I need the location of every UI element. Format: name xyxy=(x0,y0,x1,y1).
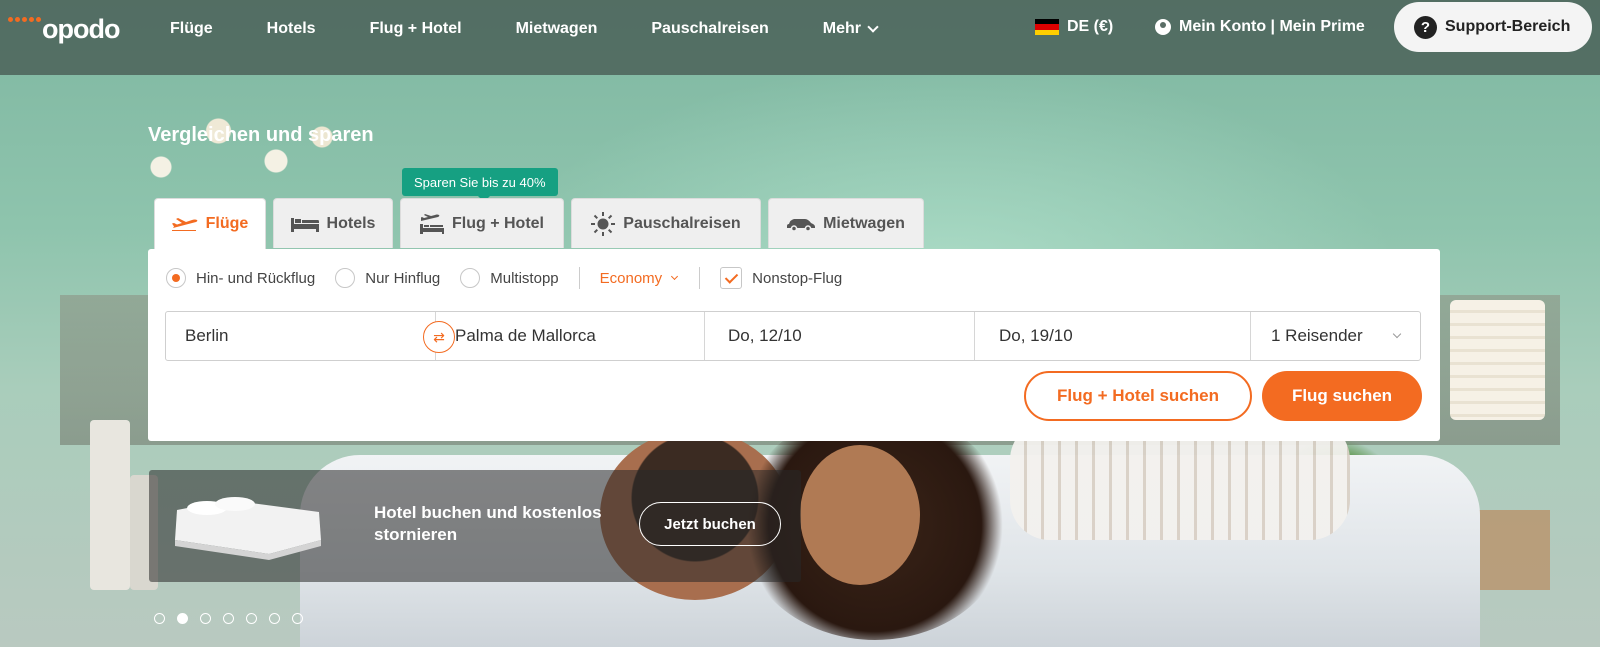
flight-hotel-icon xyxy=(420,213,444,234)
banner-text: Hotel buchen und kostenlos stornieren xyxy=(374,503,602,544)
question-icon: ? xyxy=(1414,15,1437,39)
tab-fluege[interactable]: Flüge xyxy=(154,198,266,249)
logo-dots-icon xyxy=(8,17,41,22)
carousel-dot[interactable] xyxy=(246,613,257,624)
swap-icon[interactable]: ⇄ xyxy=(423,321,455,353)
hotel-promo-banner: Hotel buchen und kostenlos stornieren Je… xyxy=(149,470,801,582)
vase xyxy=(90,420,130,590)
user-icon xyxy=(1155,19,1171,35)
radio-multistop[interactable]: Multistopp xyxy=(460,268,559,288)
flower-decoration xyxy=(115,95,345,215)
depart-date-input[interactable]: Do, 12/10 xyxy=(705,312,975,360)
book-now-button[interactable]: Jetzt buchen xyxy=(639,502,781,546)
tab-hotels[interactable]: Hotels xyxy=(273,198,393,248)
top-navigation-bar: opodo Flüge Hotels Flug + Hotel Mietwage… xyxy=(0,0,1600,75)
plane-icon xyxy=(171,218,197,231)
main-nav: Flüge Hotels Flug + Hotel Mietwagen Paus… xyxy=(170,0,879,58)
chevron-down-icon xyxy=(867,21,879,33)
radio-icon xyxy=(335,268,356,288)
cabin-class-dropdown[interactable]: Economy xyxy=(600,270,679,287)
carousel-dot[interactable] xyxy=(223,613,234,624)
lamp xyxy=(1450,300,1545,420)
divider xyxy=(699,267,701,289)
german-flag-icon xyxy=(1035,19,1059,35)
radio-icon xyxy=(460,268,481,288)
destination-input[interactable]: Palma de Mallorca xyxy=(436,312,705,360)
tab-mietwagen[interactable]: Mietwagen xyxy=(768,198,924,248)
carousel-dot[interactable] xyxy=(269,613,280,624)
tagline: Vergleichen und sparen xyxy=(148,124,374,146)
search-panel: Hin- und Rückflug Nur Hinflug Multistopp… xyxy=(148,249,1440,441)
chevron-down-icon xyxy=(671,272,679,281)
divider xyxy=(578,267,580,289)
search-fields: Berlin ⇄ Palma de Mallorca Do, 12/10 Do,… xyxy=(165,311,1421,361)
search-options: Hin- und Rückflug Nur Hinflug Multistopp… xyxy=(166,267,842,289)
support-button[interactable]: ? Support-Bereich xyxy=(1394,2,1592,52)
carousel-dot[interactable] xyxy=(154,613,165,624)
nav-mietwagen[interactable]: Mietwagen xyxy=(516,20,598,38)
promo-badge: Sparen Sie bis zu 40% xyxy=(402,168,558,202)
carousel-dot-active[interactable] xyxy=(177,613,188,624)
product-tabs: Flüge Hotels Flug + Hotel Pauschalreisen… xyxy=(154,198,924,249)
nonstop-checkbox[interactable]: Nonstop-Flug xyxy=(720,267,842,289)
carousel-dot[interactable] xyxy=(200,613,211,624)
nav-pauschalreisen[interactable]: Pauschalreisen xyxy=(651,20,768,38)
search-flight-button[interactable]: Flug suchen xyxy=(1262,371,1422,421)
carousel-dots xyxy=(154,613,303,624)
origin-input[interactable]: Berlin ⇄ xyxy=(166,312,455,360)
car-icon xyxy=(787,218,816,231)
account-link[interactable]: Mein Konto | Mein Prime xyxy=(1155,18,1365,36)
nav-hotels[interactable]: Hotels xyxy=(267,20,316,38)
bed-illustration-icon xyxy=(175,497,321,560)
sun-icon xyxy=(591,211,616,236)
radio-roundtrip[interactable]: Hin- und Rückflug xyxy=(166,268,315,288)
chevron-down-icon xyxy=(1392,329,1402,339)
tab-flug-hotel[interactable]: Flug + Hotel xyxy=(400,198,564,248)
language-currency-selector[interactable]: DE (€) xyxy=(1035,18,1113,36)
carousel-dot[interactable] xyxy=(292,613,303,624)
search-flight-hotel-button[interactable]: Flug + Hotel suchen xyxy=(1024,371,1252,421)
opodo-logo[interactable]: opodo xyxy=(8,10,120,50)
radio-selected-icon xyxy=(166,268,186,288)
travelers-dropdown[interactable]: 1 Reisender xyxy=(1251,312,1420,360)
checkbox-checked-icon xyxy=(720,267,743,289)
nav-mehr[interactable]: Mehr xyxy=(823,20,879,38)
nav-flug-hotel[interactable]: Flug + Hotel xyxy=(370,20,462,38)
return-date-input[interactable]: Do, 19/10 xyxy=(975,312,1251,360)
tab-pauschalreisen[interactable]: Pauschalreisen xyxy=(571,198,761,248)
radio-oneway[interactable]: Nur Hinflug xyxy=(335,268,440,288)
nav-fluege[interactable]: Flüge xyxy=(170,20,213,38)
bed-icon xyxy=(290,217,319,232)
